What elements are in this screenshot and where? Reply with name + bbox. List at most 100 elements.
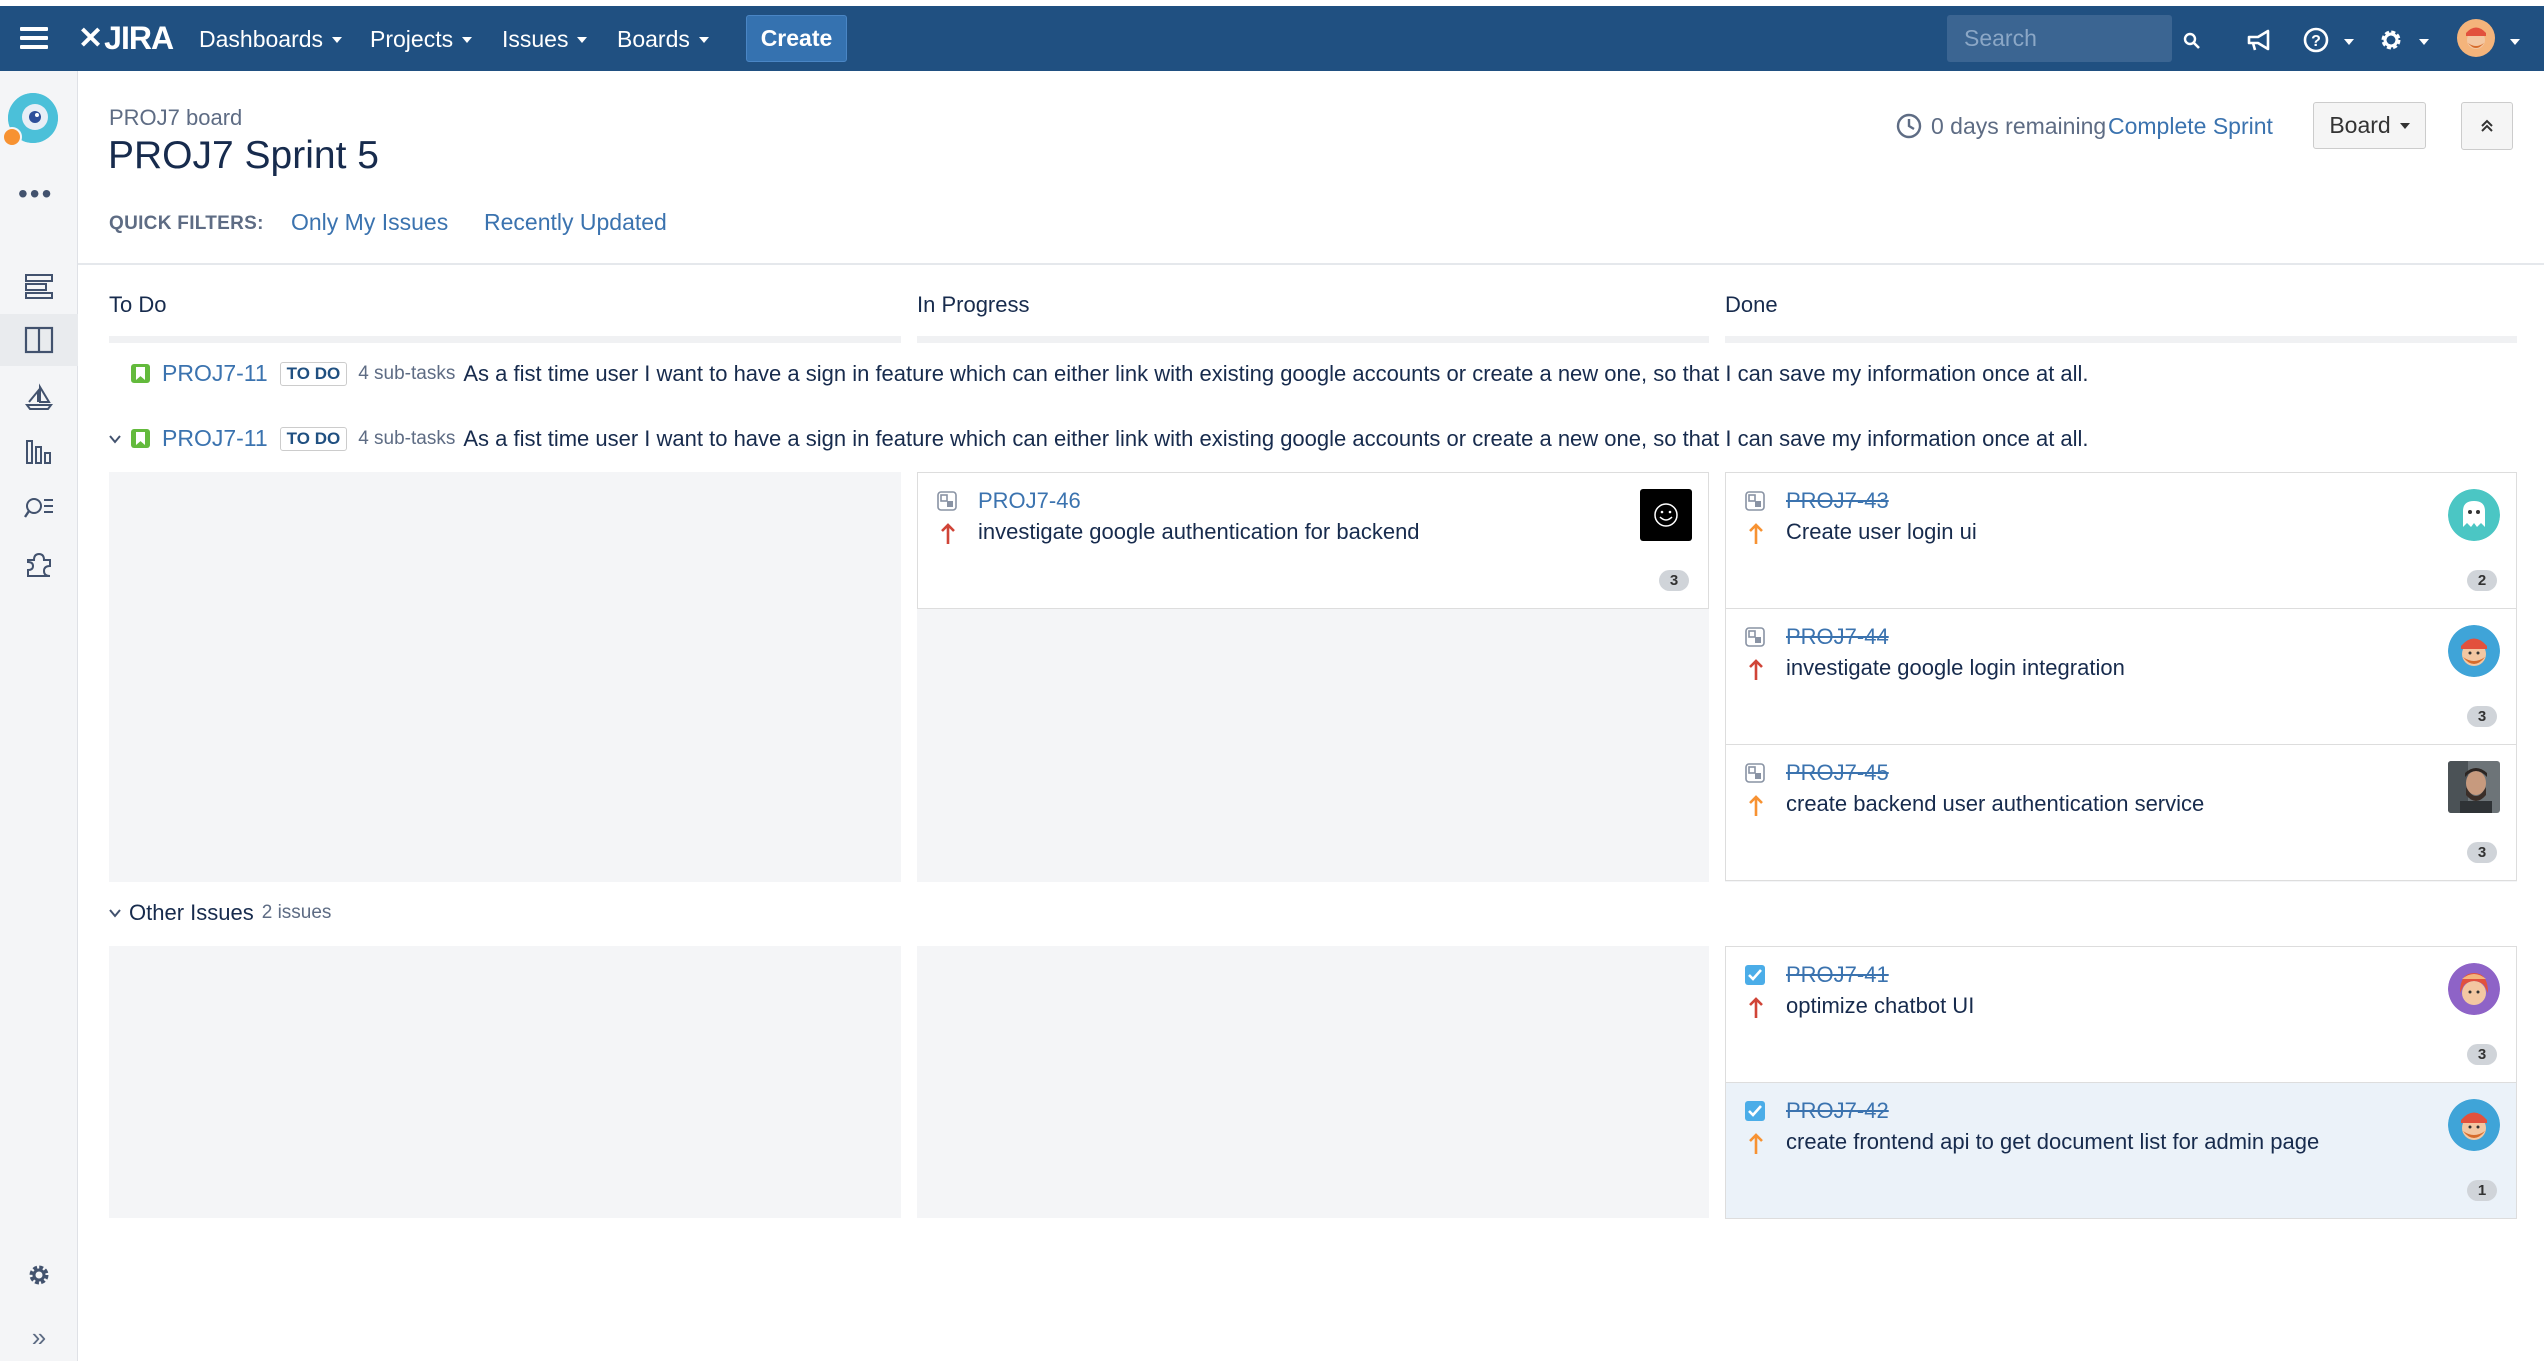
complete-sprint-link[interactable]: Complete Sprint [2108,113,2273,140]
story-icon [131,364,150,383]
swimlane-header[interactable]: PROJ7-11 TO DO 4 sub-tasks As a fist tim… [131,425,2089,452]
priority-high-icon [1749,997,1763,1018]
menu-label: Dashboards [199,26,324,52]
subtask-icon [1745,491,1765,511]
chevron-down-icon [577,36,588,43]
issue-card[interactable]: PROJ7-41 optimize chatbot UI 3 [1725,946,2517,1083]
issue-key[interactable]: PROJ7-43 [1786,488,1889,514]
other-issues-swimlane-header[interactable]: Other Issues 2 issues [109,900,331,926]
dashboards-menu[interactable]: Dashboards [199,26,343,53]
issue-key[interactable]: PROJ7-11 [162,360,268,387]
backlog-icon[interactable] [0,260,78,312]
boards-menu[interactable]: Boards [617,26,709,53]
estimate-badge: 1 [2467,1180,2497,1201]
column-divider [917,336,1709,343]
swimlane-header[interactable]: PROJ7-11 TO DO 4 sub-tasks As a fist tim… [131,360,2089,387]
issues-menu[interactable]: Issues [502,26,588,53]
status-badge: TO DO [279,361,348,386]
gear-icon[interactable] [2377,26,2405,54]
priority-medium-icon [1749,523,1763,544]
jira-logo-text: JIRA [104,20,174,56]
subtask-icon [1745,763,1765,783]
settings-gear-icon[interactable] [0,1249,78,1301]
issue-key[interactable]: PROJ7-11 [162,425,268,452]
assignee-avatar[interactable] [2448,1099,2500,1151]
create-button[interactable]: Create [746,15,847,62]
quick-filter-recently-updated[interactable]: Recently Updated [484,209,667,236]
help-icon[interactable]: ? [2302,26,2330,54]
priority-high-icon [1749,659,1763,680]
chevron-down-icon[interactable] [109,433,121,445]
board-dropdown-button[interactable]: Board [2313,102,2426,149]
issue-card[interactable]: PROJ7-45 create backend user authenticat… [1725,744,2517,881]
board-button-label: Board [2329,112,2391,138]
chevron-down-icon [462,36,473,43]
releases-icon[interactable] [0,371,78,423]
subtask-icon [937,491,957,511]
issue-summary: Create user login ui [1786,519,1977,544]
other-issues-count: 2 issues [261,902,332,923]
assignee-avatar[interactable] [2448,489,2500,541]
in-progress-column-area [917,946,1709,1218]
assignee-avatar[interactable] [2448,963,2500,1015]
user-avatar[interactable] [2457,19,2495,57]
search-icon[interactable] [2183,32,2201,50]
issue-summary: investigate google authentication for ba… [978,519,1420,544]
menu-icon[interactable] [20,27,48,49]
reports-icon[interactable] [0,426,78,478]
issues-search-icon[interactable] [0,482,78,534]
issue-summary: create backend user authentication servi… [1786,791,2205,816]
task-checkbox-icon [1745,965,1765,985]
issue-summary: optimize chatbot UI [1786,993,1975,1018]
issue-key[interactable]: PROJ7-41 [1786,962,1889,988]
priority-high-icon [941,523,955,544]
active-sprints-icon[interactable] [0,314,78,366]
status-badge: TO DO [279,426,348,451]
column-header-in-progress: In Progress [917,292,1030,317]
issue-summary: investigate google login integration [1786,655,2125,680]
chevron-down-icon[interactable] [2419,39,2429,45]
todo-column-area [109,472,901,882]
issue-card[interactable]: PROJ7-44 investigate google login integr… [1725,608,2517,745]
menu-label: Projects [370,26,454,52]
more-icon[interactable]: ••• [18,180,53,208]
issue-card[interactable]: PROJ7-42 create frontend api to get docu… [1725,1082,2517,1219]
task-checkbox-icon [1745,1101,1765,1121]
issue-key[interactable]: PROJ7-44 [1786,624,1889,650]
megaphone-icon[interactable] [2245,26,2275,54]
expand-sidebar-icon[interactable]: » [0,1311,78,1361]
subtask-count: 4 sub-tasks [358,427,456,449]
subtask-count: 4 sub-tasks [358,362,456,384]
projects-menu[interactable]: Projects [370,26,473,53]
left-sidebar: ••• » [0,71,78,1361]
board-name[interactable]: PROJ7 board [109,105,242,131]
quick-filter-only-my-issues[interactable]: Only My Issues [291,209,448,236]
jira-logo[interactable]: ✕ JIRA [78,20,174,57]
estimate-badge: 3 [2467,706,2497,727]
chevron-down-icon [332,36,343,43]
column-divider [109,336,901,343]
chevron-down-icon[interactable] [2344,39,2354,45]
add-ons-puzzle-icon[interactable] [0,539,78,591]
column-divider [1725,336,2517,343]
notification-badge-icon [2,127,22,147]
issue-card[interactable]: PROJ7-46 investigate google authenticati… [917,472,1709,609]
issue-card[interactable]: PROJ7-43 Create user login ui 2 [1725,472,2517,609]
issue-summary: As a fist time user I want to have a sig… [463,360,2089,386]
assignee-avatar[interactable] [1640,489,1692,541]
issue-key[interactable]: PROJ7-45 [1786,760,1889,786]
assignee-avatar[interactable] [2448,625,2500,677]
svg-text:?: ? [2311,33,2321,50]
chevron-down-icon[interactable] [2510,39,2520,45]
issue-key[interactable]: PROJ7-42 [1786,1098,1889,1124]
story-icon [131,429,150,448]
issue-key[interactable]: PROJ7-46 [978,488,1081,514]
subtask-icon [1745,627,1765,647]
search-input[interactable] [1947,15,2172,62]
assignee-avatar[interactable] [2448,761,2500,813]
column-header-done: Done [1725,292,1778,317]
top-navigation-bar: ✕ JIRA Dashboards Projects Issues Boards… [0,6,2544,71]
chevron-down-icon [2399,122,2410,129]
menu-label: Boards [617,26,690,52]
collapse-header-button[interactable] [2461,102,2513,150]
